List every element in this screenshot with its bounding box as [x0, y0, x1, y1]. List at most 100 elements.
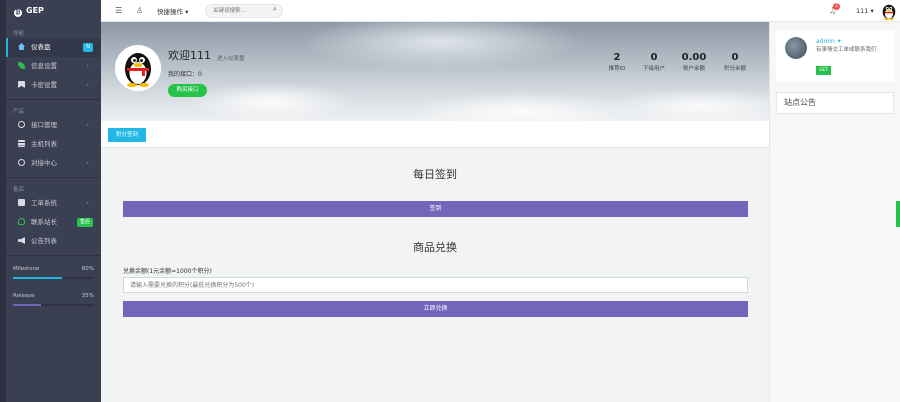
my-port-count: 我的接口：0 [168, 71, 202, 78]
stat-label: 账户余额 [682, 66, 705, 72]
quick-actions-dropdown[interactable]: 快捷操作 ▾ [157, 6, 188, 16]
bitcoin-logo-icon: ₿ [14, 9, 22, 17]
exchange-button[interactable]: 立即兑换 [123, 301, 748, 317]
balance-label: 兑换余额(1元余额=1000个积分) [123, 268, 212, 275]
admin-avatar [785, 37, 807, 59]
stat-value: 0 [731, 52, 739, 63]
stat-label: 积分余额 [723, 66, 746, 72]
twitter-icon: ✦ [836, 38, 842, 45]
menu-toggle-icon[interactable]: ☰ [115, 6, 122, 15]
sidebar-item-ticket-system[interactable]: 工单系统 › [6, 194, 101, 213]
quick-actions-label: 快捷操作 [157, 8, 183, 16]
section-title-aftersales: 售后 [13, 187, 25, 193]
home-icon [18, 43, 25, 50]
leaf-icon [18, 62, 25, 69]
chevron-right-icon: › [86, 62, 89, 70]
exchange-title: 商品兑换 [413, 241, 457, 254]
sidebar-item-label: 卡密设置 [31, 81, 57, 89]
right-panel: admin ✦ 有事情交工单或联系我们 GET 站点公告 [769, 22, 900, 402]
user-menu[interactable]: 111 ▾ [856, 7, 874, 15]
progress-fill [13, 277, 62, 279]
sidebar-item-label: 接口管理 [31, 121, 57, 129]
admin-name[interactable]: admin ✦ [816, 38, 842, 45]
sidebar-item-label: 对接中心 [31, 159, 57, 167]
sidebar-item-contact-admin[interactable]: 联系站长 售后 [6, 213, 101, 232]
stat-value: 2 [613, 52, 621, 63]
chevron-right-icon: › [86, 121, 89, 129]
stack-icon [18, 140, 25, 147]
stat-value: 0.00 [681, 52, 707, 63]
welcome-text: 欢迎111 [168, 49, 211, 62]
progress-milestone: Milestone 60% [6, 260, 101, 287]
bell-icon[interactable]: ♫ 2 [829, 3, 840, 15]
user-outline-icon[interactable]: ♙ [136, 6, 143, 15]
sidebar-item-card-settings[interactable]: 卡密设置 › [6, 76, 101, 95]
search-icon[interactable]: ⌕ [273, 5, 277, 14]
badge-aftersales: 售后 [76, 218, 93, 227]
tab-points-signin[interactable]: 积分签到 [108, 128, 146, 142]
signin-button[interactable]: 签到 [123, 201, 748, 217]
progress-fill [13, 304, 42, 306]
stat-points-balance: 0 积分余额 [715, 52, 755, 72]
megaphone-icon [18, 237, 25, 244]
search-input[interactable] [205, 4, 283, 18]
points-input[interactable] [123, 277, 748, 293]
stat-account-balance: 0.00 账户余额 [674, 52, 714, 72]
section-title-product: 产品 [13, 109, 25, 115]
stat-sub-users: 0 下级用户 [634, 52, 674, 72]
progress-release: Release 35% [6, 287, 101, 314]
bookmark-icon [18, 81, 25, 88]
divider [6, 99, 101, 100]
sidebar-item-label: 主机列表 [31, 140, 57, 148]
site-notice-header: 站点公告 [776, 92, 894, 114]
admin-name-text: admin [816, 38, 835, 45]
daily-signin-title: 每日签到 [413, 168, 457, 181]
sidebar: ₿ GEP 导航 仪表盘 N 信息设置 › 卡密设置 › 产品 接口管理 › 主机… [0, 0, 101, 402]
sidebar-item-dashboard[interactable]: 仪表盘 N [6, 38, 101, 57]
sidebar-item-api-management[interactable]: 接口管理 › [6, 116, 101, 135]
progress-label: Release [13, 293, 35, 299]
sidebar-item-host-list[interactable]: 主机列表 [6, 135, 101, 154]
clock-icon [18, 159, 25, 166]
buy-port-button[interactable]: 购买接口 [168, 84, 207, 97]
briefcase-icon [18, 199, 25, 206]
penguin-avatar-icon [115, 45, 161, 91]
badge-new: N [83, 43, 93, 52]
section-title-nav: 导航 [13, 31, 25, 37]
sidebar-item-label: 信息设置 [31, 62, 57, 70]
sidebar-item-announcements[interactable]: 公告列表 [6, 232, 101, 251]
chevron-right-icon: › [86, 199, 89, 207]
tab-bar: 积分签到 [101, 121, 769, 148]
username: 111 [856, 7, 869, 15]
settings-icon [18, 121, 25, 128]
progress-track [13, 277, 94, 279]
stat-label: 下级用户 [642, 66, 665, 72]
sidebar-item-info-settings[interactable]: 信息设置 › [6, 57, 101, 76]
topbar: ☰ ♙ 快捷操作 ▾ ⌕ ♫2 111 ▾ [101, 0, 900, 22]
brand-name: GEP [26, 6, 44, 15]
sidebar-item-label: 联系站长 [31, 218, 57, 226]
sidebar-item-label: 工单系统 [31, 199, 57, 207]
sidebar-item-label: 公告列表 [31, 237, 57, 245]
main-content: 每日签到 签到 商品兑换 兑换余额(1元余额=1000个积分) 立即兑换 [101, 148, 769, 402]
progress-value: 60% [81, 266, 94, 272]
progress-value: 35% [81, 293, 94, 299]
enter-dashboard-link[interactable]: 进入仪表盘 [217, 54, 245, 62]
stat-referral-id: 2 推荐ID [597, 52, 637, 72]
divider [6, 255, 101, 256]
penguin-avatar-icon[interactable] [880, 2, 898, 20]
side-feedback-tab[interactable] [896, 201, 900, 227]
sidebar-item-label: 仪表盘 [31, 43, 51, 51]
chevron-right-icon: › [86, 159, 89, 167]
notification-count: 2 [833, 3, 840, 10]
progress-track [13, 304, 94, 306]
divider [6, 177, 101, 178]
progress-label: Milestone [13, 266, 40, 272]
user-icon [18, 218, 25, 225]
stat-value: 0 [650, 52, 658, 63]
admin-card: admin ✦ 有事情交工单或联系我们 GET [776, 30, 894, 82]
sidebar-item-docking-center[interactable]: 对接中心 › [6, 154, 101, 173]
get-button[interactable]: GET [816, 66, 831, 75]
brand[interactable]: ₿ GEP [6, 0, 101, 22]
stat-label: 推荐ID [608, 66, 626, 72]
